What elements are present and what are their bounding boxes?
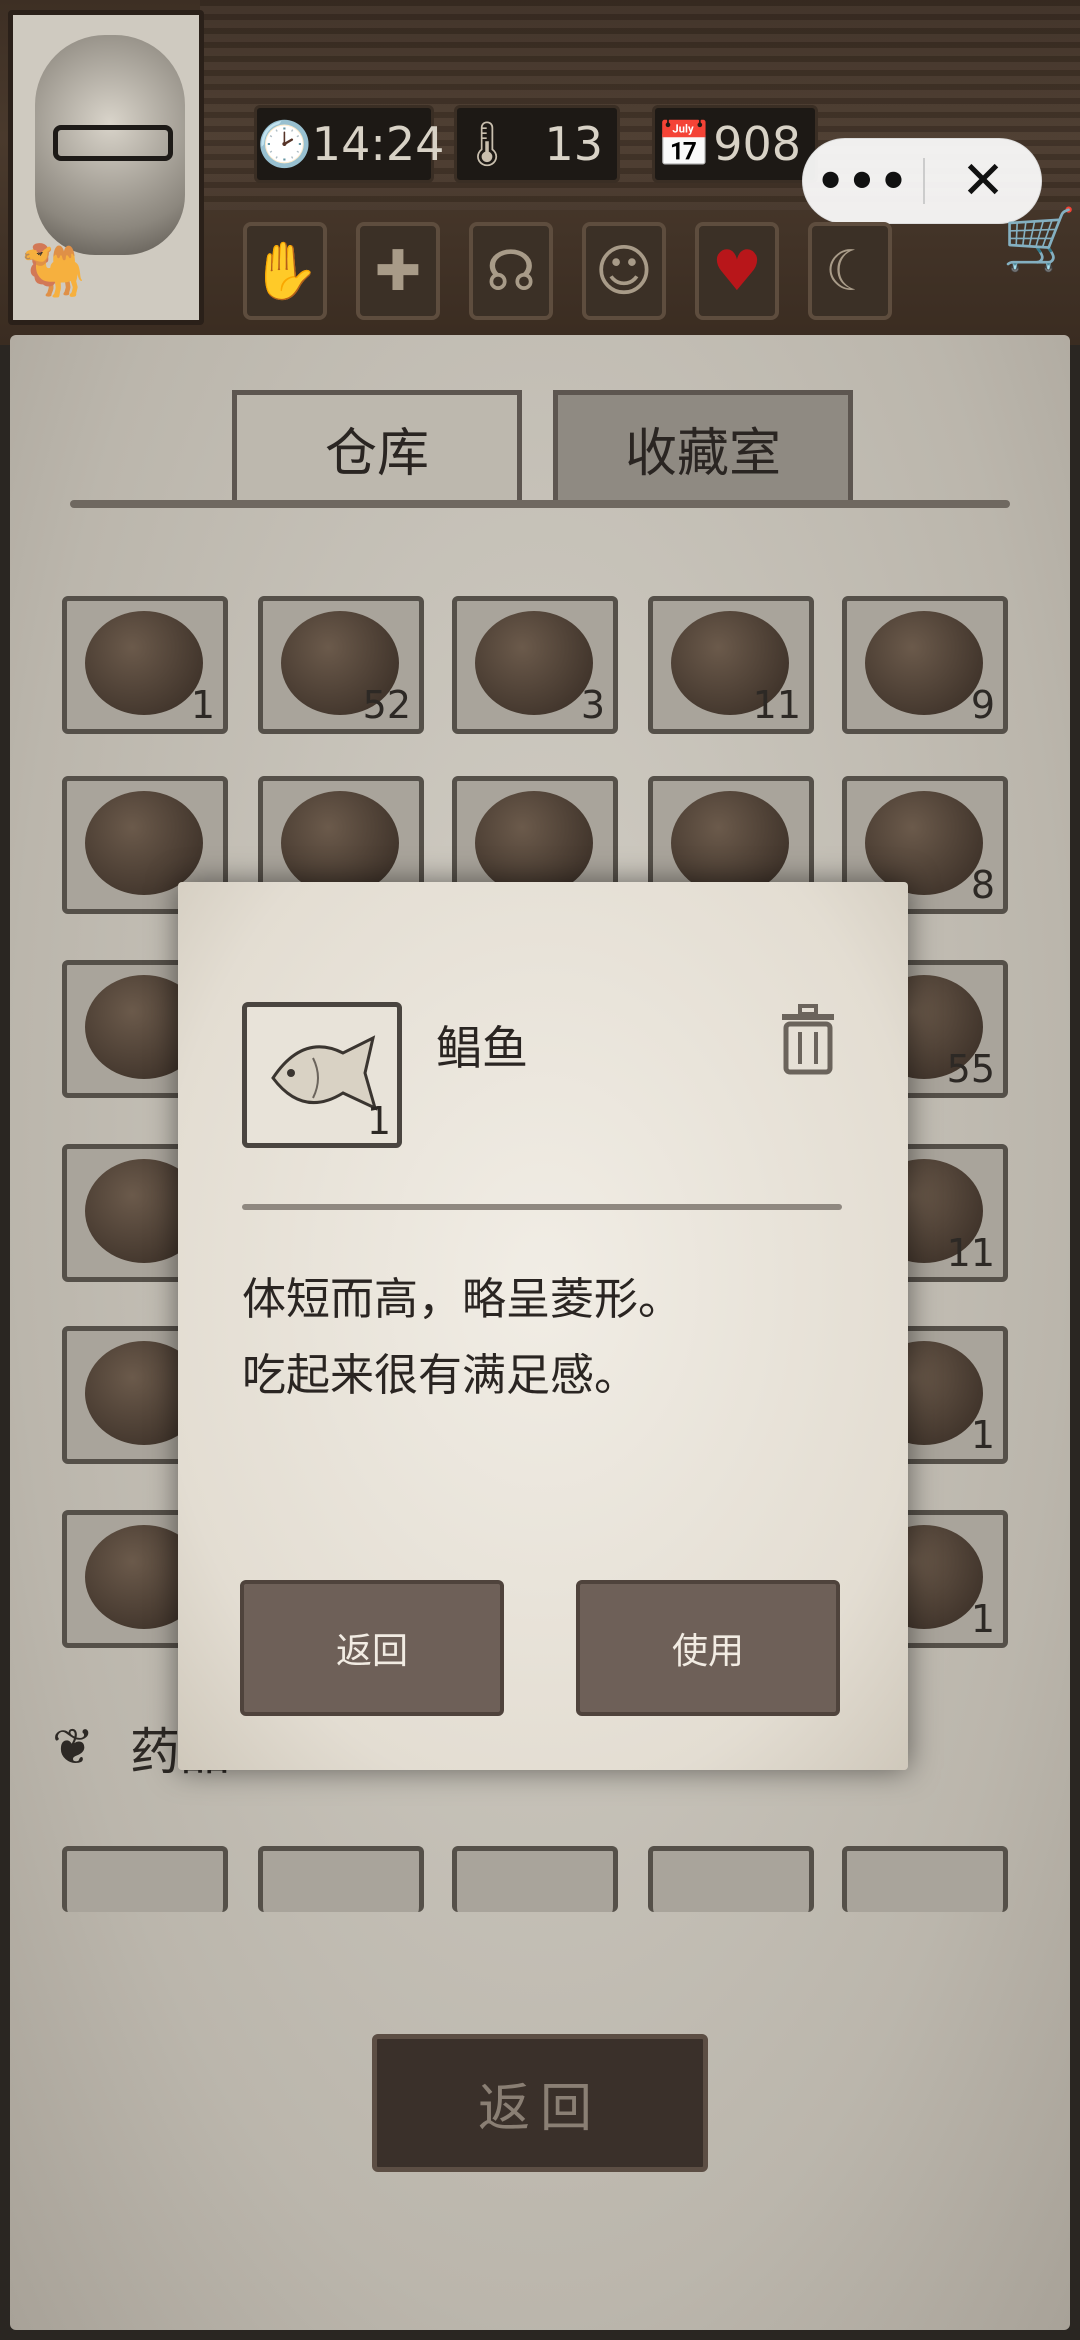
tab-collection[interactable]: 收藏室 (553, 390, 853, 502)
item-count: 1 (366, 1099, 391, 1143)
temperature-value: 13 (544, 117, 603, 171)
tab-underline (70, 500, 1010, 508)
slot-count: 1 (190, 683, 215, 727)
sausage-icon (671, 791, 789, 895)
slot-count: 11 (946, 1231, 995, 1275)
inventory-slot[interactable] (62, 1846, 228, 1912)
description-line: 吃起来很有满足感。 (242, 1350, 638, 1401)
leaf-icon: ❦ (52, 1718, 94, 1776)
inventory-slot[interactable] (648, 1846, 814, 1912)
main-back-button[interactable]: 返回 (372, 2034, 708, 2172)
portrait-glasses (53, 125, 173, 161)
inventory-slot[interactable]: 1 (62, 596, 228, 734)
inventory-slot[interactable] (258, 1846, 424, 1912)
slot-count: 8 (970, 863, 995, 907)
slot-count: 55 (946, 1047, 995, 1091)
stomach-icon[interactable]: ☊ (469, 222, 553, 320)
trash-icon[interactable] (776, 1004, 840, 1076)
inventory-slot[interactable]: 3 (452, 596, 618, 734)
time-value: 14:24 (311, 117, 445, 171)
berries-icon (475, 611, 593, 715)
gingerbread-icon (85, 791, 203, 895)
character-portrait[interactable]: 🐫 (8, 10, 204, 325)
pomfret-fish-icon (271, 1035, 378, 1111)
days-value: 908 (713, 117, 801, 171)
mind-icon[interactable]: ☺ (582, 222, 666, 320)
clock-icon: 🕑 (257, 119, 312, 170)
close-button[interactable]: ✕ (925, 151, 1041, 211)
bandage-icon[interactable]: ✋ (243, 222, 327, 320)
slot-count: 11 (752, 683, 801, 727)
description-line: 体短而高，略呈菱形。 (242, 1274, 682, 1325)
inventory-slot[interactable]: 11 (648, 596, 814, 734)
cart-icon[interactable]: 🛒 (1002, 204, 1077, 275)
heart-icon[interactable]: ♥ (695, 222, 779, 320)
popup-back-button[interactable]: 返回 (240, 1580, 504, 1716)
item-name: 鲳鱼 (436, 1021, 528, 1075)
thermometer-icon: 🌡 (459, 119, 515, 170)
tab-storage[interactable]: 仓库 (232, 390, 522, 502)
slot-count: 3 (580, 683, 605, 727)
nuts-basket-icon (85, 611, 203, 715)
inventory-slot[interactable]: 52 (258, 596, 424, 734)
more-options-button[interactable]: ••• (803, 154, 923, 208)
time-display: 🕑 14:24 (254, 105, 444, 183)
item-detail-popup: 1 鲳鱼 体短而高，略呈菱形。 吃起来很有满足感。 返回 使用 (178, 882, 908, 1770)
slot-count: 52 (362, 683, 411, 727)
popup-divider (242, 1204, 842, 1210)
item-description: 体短而高，略呈菱形。 吃起来很有满足感。 (242, 1262, 842, 1414)
moon-icon[interactable]: ☾ (808, 222, 892, 320)
popup-use-button[interactable]: 使用 (576, 1580, 840, 1716)
slot-count: 9 (970, 683, 995, 727)
bowl-icon (865, 611, 983, 715)
item-icon-frame: 1 (242, 1002, 402, 1148)
camel-icon: 🐫 (21, 241, 86, 301)
medical-cross-icon[interactable]: ✚ (356, 222, 440, 320)
porridge-icon (865, 791, 983, 895)
slot-count: 1 (970, 1413, 995, 1457)
pudding-icon (475, 791, 593, 895)
inventory-slot[interactable] (842, 1846, 1008, 1912)
days-display: 📅 908 (652, 105, 818, 183)
calendar-icon: 📅 (656, 119, 712, 170)
candy-cane-icon (281, 791, 399, 895)
inventory-slot[interactable] (452, 1846, 618, 1912)
temperature-display: 🌡 13 (454, 105, 620, 183)
slot-count: 1 (970, 1597, 995, 1641)
inventory-slot[interactable]: 9 (842, 596, 1008, 734)
